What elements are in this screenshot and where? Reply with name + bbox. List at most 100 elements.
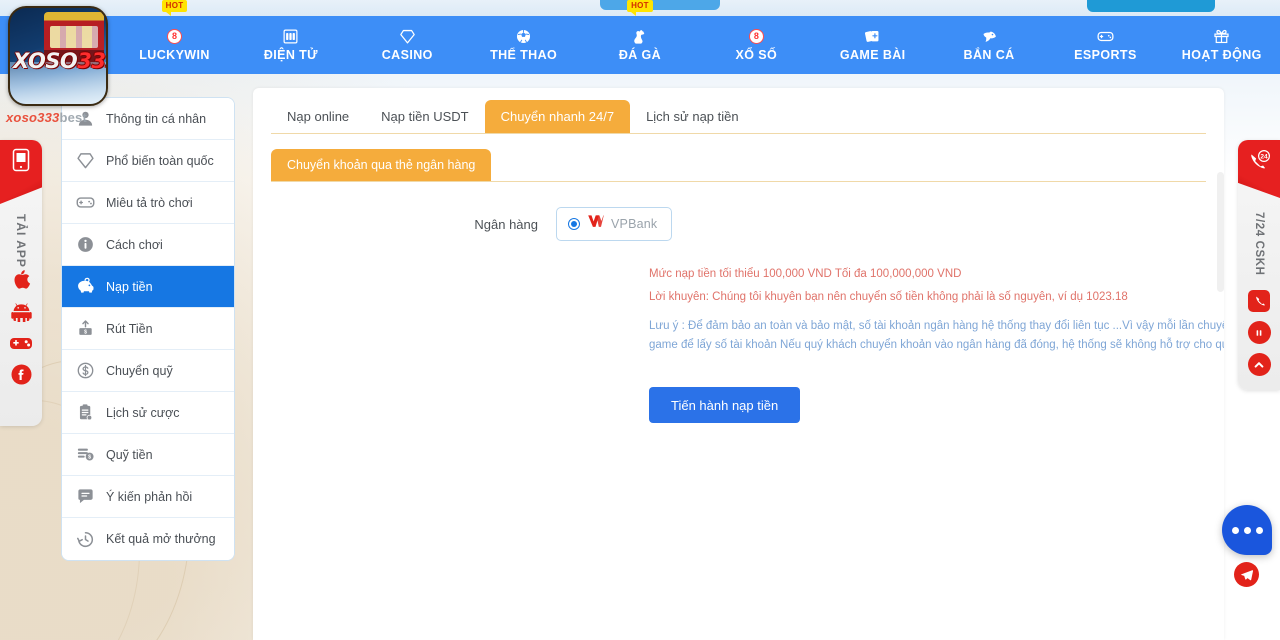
logo-wordmark: XOSO333: [13, 49, 106, 73]
site-logo[interactable]: XOSO333: [8, 6, 108, 106]
sidebar-item-kết-quả-mở-thưởng[interactable]: Kết quả mở thưởng: [62, 518, 234, 560]
facebook-icon[interactable]: [11, 364, 32, 385]
tab-l-ch-s-n-p-ti-n[interactable]: Lịch sử nạp tiền: [630, 100, 755, 133]
radio-inner-dot: [571, 221, 577, 227]
gamepad-icon: [75, 193, 95, 213]
nav-item-esports[interactable]: ESPORTS: [1047, 16, 1163, 74]
subtab-bank-transfer[interactable]: Chuyển khoản qua thẻ ngân hàng: [271, 149, 492, 181]
proceed-deposit-button[interactable]: Tiến hành nạp tiền: [649, 387, 801, 423]
sidebar-item-quỹ-tiền[interactable]: $ Quỹ tiền: [62, 434, 234, 476]
page-root: CHỦHOT8LUCKYWINĐIỆN TỬCASINOTHỂ THAOHOTĐ…: [0, 0, 1280, 640]
nav-item-xổ-số[interactable]: 8 XỔ SỐ: [698, 16, 814, 74]
soccer-ball-icon: [515, 28, 532, 45]
deposit-note-warning: Lưu ý : Để đảm bảo an toàn và bảo mật, s…: [649, 320, 1224, 351]
sidebar-item-label: Nạp tiền: [106, 279, 153, 294]
rrail-label: 7/24 CSKH: [1253, 212, 1265, 276]
sidebar-item-label: Miêu tả trò chơi: [106, 195, 193, 210]
nav-item-label: ĐIỆN TỬ: [263, 48, 318, 62]
bank-option-vpbank[interactable]: VPBank: [556, 207, 673, 241]
sidebar-item-label: Kết quả mở thưởng: [106, 532, 216, 546]
top-partial-button-right[interactable]: [1087, 0, 1215, 12]
account-sidebar-menu: Thông tin cá nhân Phổ biến toàn quốc Miêu …: [61, 97, 235, 561]
history-clock-icon: [75, 529, 95, 549]
bank-name-label: VPBank: [611, 217, 658, 231]
nav-item-điện-tử[interactable]: ĐIỆN TỬ: [233, 16, 349, 74]
mobile-app-icon: [11, 148, 31, 177]
phone-chat-icon[interactable]: [1248, 290, 1270, 312]
slot-machine-icon: [282, 28, 299, 45]
scroll-top-icon[interactable]: [1247, 353, 1271, 376]
deposit-notes: Mức nạp tiền tối thiểu 100,000 VND Tối đ…: [649, 265, 1224, 355]
withdraw-icon: $: [75, 319, 95, 339]
rooster-icon: [631, 28, 648, 45]
chat-dot-3: [1255, 526, 1263, 534]
sidebar-item-label: Phổ biến toàn quốc: [106, 153, 214, 168]
nav-item-luckywin[interactable]: HOT 8 LUCKYWIN: [116, 0, 232, 74]
main-content-panel: Nạp online Nạp tiền USDT Chuyển nhanh 24/7…: [253, 88, 1224, 640]
top-partial-button-center[interactable]: [600, 0, 720, 10]
gamepad-icon: [1097, 28, 1114, 45]
sidebar-item-ý-kiến-phản-hồi[interactable]: Ý kiến phản hồi: [62, 476, 234, 518]
vpbank-logo-icon: [587, 214, 604, 235]
sidebar-item-miêu-tả-trò-chơi[interactable]: Miêu tả trò chơi: [62, 182, 234, 224]
tab-n-p-ti-n-usdt[interactable]: Nạp tiền USDT: [365, 100, 484, 133]
sidebar-item-nạp-tiền[interactable]: Nạp tiền: [62, 266, 234, 308]
nav-item-hoạt-động[interactable]: HOẠT ĐỘNG: [1164, 16, 1280, 74]
sidebar-item-phổ-biến-toàn-quốc[interactable]: Phổ biến toàn quốc: [62, 140, 234, 182]
nav-item-thể-thao[interactable]: THỂ THAO: [465, 16, 581, 74]
apple-icon[interactable]: [11, 268, 31, 290]
deposit-subtabs: Chuyển khoản qua thẻ ngân hàng: [271, 146, 1206, 182]
nav-badge-count: 8: [748, 29, 764, 44]
logo-wordmark-prefix: XOSO: [13, 49, 78, 73]
dollar-circle-icon: [75, 361, 95, 381]
bank-select-row: Ngân hàng VPBank: [253, 207, 1224, 241]
chat-dots-icon[interactable]: [1222, 505, 1272, 555]
nav-item-label: HOẠT ĐỘNG: [1181, 48, 1262, 62]
rrail-icon-list: [1238, 290, 1280, 376]
sidebar-item-lịch-sử-cược[interactable]: Lịch sử cược: [62, 392, 234, 434]
sidebar-item-label: Quỹ tiền: [106, 447, 153, 462]
diamond-icon: [399, 28, 416, 45]
playing-cards-icon: [864, 28, 881, 45]
message-icon[interactable]: [1247, 321, 1271, 344]
main-navigation: CHỦHOT8LUCKYWINĐIỆN TỬCASINOTHỂ THAOHOTĐ…: [0, 0, 1280, 74]
sidebar-item-rút-tiền[interactable]: $ Rút Tiền: [62, 308, 234, 350]
bank-label: Ngân hàng: [474, 216, 538, 232]
rrail-header: 24: [1238, 140, 1280, 198]
tab-chuy-n-nhanh-24-7[interactable]: Chuyển nhanh 24/7: [484, 100, 631, 133]
right-support-rail: 24 7/24 CSKH: [1238, 140, 1280, 390]
logo-wordmark-suffix: 333: [77, 49, 106, 73]
rail-header: [0, 140, 42, 204]
nav-item-label: LUCKYWIN: [139, 48, 210, 62]
telegram-icon[interactable]: [1234, 562, 1259, 587]
nav-item-label: ĐÁ GÀ: [618, 48, 662, 62]
diamond-icon: [75, 151, 95, 171]
tab-n-p-online[interactable]: Nạp online: [271, 100, 365, 133]
funds-icon: $: [75, 445, 95, 465]
gamepad-icon[interactable]: [9, 334, 33, 352]
chat-dot-2: [1243, 526, 1251, 534]
hot-badge: HOT: [627, 0, 653, 16]
logo-subtitle-tag: best: [59, 110, 87, 125]
coin-8-icon: 8: [167, 28, 183, 45]
svg-text:$: $: [84, 329, 87, 335]
nav-item-bắn-cá[interactable]: BẮN CÁ: [931, 16, 1047, 74]
nav-item-label: XỔ SỐ: [735, 48, 778, 62]
sidebar-item-label: Thông tin cá nhân: [106, 111, 207, 126]
sidebar-item-label: Rút Tiền: [106, 321, 153, 336]
rail-icon-list: [0, 268, 42, 385]
clipboard-icon: [75, 403, 95, 423]
svg-text:24: 24: [1260, 154, 1268, 161]
android-icon[interactable]: [10, 302, 32, 322]
nav-item-label: THỂ THAO: [490, 48, 558, 62]
nav-item-game-bài[interactable]: GAME BÀI: [815, 16, 931, 74]
nav-item-casino[interactable]: CASINO: [349, 16, 465, 74]
nav-badge-count: 8: [167, 29, 183, 44]
deposit-note-1: Mức nạp tiền tối thiểu 100,000 VND Tối đ…: [649, 268, 962, 280]
radio-selected-icon[interactable]: [568, 218, 580, 230]
sidebar-item-cách-chơi[interactable]: Cách chơi: [62, 224, 234, 266]
sidebar-item-label: Lịch sử cược: [106, 405, 180, 420]
nav-item-đá-gà[interactable]: HOT ĐÁ GÀ: [582, 0, 698, 74]
sidebar-item-chuyển-quỹ[interactable]: Chuyển quỹ: [62, 350, 234, 392]
panel-scrollbar[interactable]: [1217, 172, 1224, 292]
